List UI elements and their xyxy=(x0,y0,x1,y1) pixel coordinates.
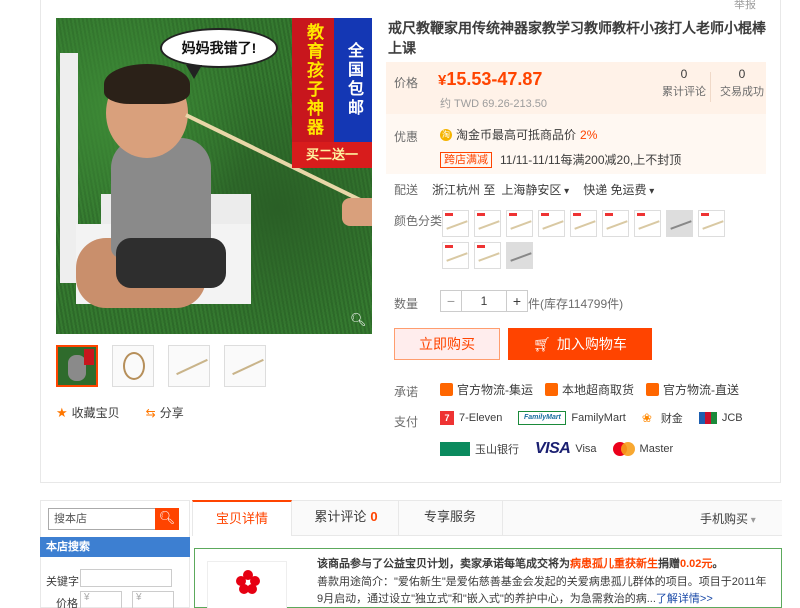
visa-icon: VISA xyxy=(535,440,571,457)
thumbnail-3[interactable] xyxy=(168,345,210,387)
reviews-stat[interactable]: 0 累计评论 xyxy=(662,67,706,99)
jcb-icon xyxy=(698,412,717,424)
tab-reviews[interactable]: 累计评论 0 xyxy=(294,500,398,536)
thumbnail-strip xyxy=(56,345,266,387)
sales-stat: 0 交易成功 xyxy=(720,67,764,98)
charity-more-link[interactable]: 了解详情>> xyxy=(656,593,713,605)
tab-service[interactable]: 专享服务 xyxy=(398,500,502,536)
price-twd: 约 TWD 69.26-213.50 xyxy=(440,98,547,110)
price-min-input[interactable]: ¥ xyxy=(80,591,122,608)
search-icon: 🔍︎ xyxy=(158,510,176,525)
store-pickup-icon xyxy=(545,383,558,396)
yushan-bank-icon xyxy=(440,442,470,456)
color-option[interactable] xyxy=(474,242,501,269)
speech-bubble: 妈妈我错了! xyxy=(160,28,278,68)
charity-description: 善款用途简介："爱佑新生"是爱佑慈善基金会发起的关爱病患孤儿群体的项目。项目于2… xyxy=(317,576,767,605)
quantity-plus-button[interactable]: + xyxy=(506,290,528,312)
store-search-header: 本店搜索 xyxy=(40,537,190,557)
store-search-input[interactable]: 搜本店 xyxy=(48,508,156,530)
promo-banner-blue: 全国包邮 xyxy=(334,18,372,142)
quantity-minus-button[interactable]: − xyxy=(440,290,462,312)
color-option[interactable] xyxy=(442,210,469,237)
promotion-box: 优惠 淘 淘金币最高可抵商品价 2% 跨店满减 11/11-11/11每满200… xyxy=(386,114,766,174)
familymart-icon: FamilyMart xyxy=(518,411,567,425)
color-option[interactable] xyxy=(474,210,501,237)
thumbnail-4[interactable] xyxy=(224,345,266,387)
cross-store-discount-tag[interactable]: 跨店满减 xyxy=(440,151,492,168)
price-box: 价格 ¥15.53-47.87 约 TWD 69.26-213.50 0 累计评… xyxy=(386,62,766,114)
tab-details[interactable]: 宝贝详情 xyxy=(192,500,292,536)
quantity-input[interactable]: 1 xyxy=(462,290,506,312)
color-option[interactable] xyxy=(634,210,661,237)
delivery-row: 配送 浙江杭州 至 上海静安区 快递 免运费 xyxy=(394,181,654,198)
star-icon: ★ xyxy=(56,404,68,420)
color-option[interactable] xyxy=(538,210,565,237)
shipping-method-dropdown[interactable]: 快递 免运费 xyxy=(583,181,654,198)
color-option[interactable] xyxy=(506,210,533,237)
quantity-stepper: − 1 + xyxy=(440,290,528,312)
charity-flower-icon xyxy=(236,570,260,594)
color-option[interactable] xyxy=(442,242,469,269)
charity-logo xyxy=(207,561,287,608)
seven-eleven-icon: 7 xyxy=(440,411,454,425)
color-swatches xyxy=(442,210,742,269)
charity-notice: 该商品参与了公益宝贝计划，卖家承诺每笔成交将为病患孤儿重获新生捐赠0.02元。 … xyxy=(194,548,782,608)
price-max-input[interactable]: ¥ xyxy=(132,591,174,608)
logistics-direct-icon xyxy=(646,383,660,396)
price-value: ¥15.53-47.87 xyxy=(438,69,543,89)
mobile-buy-dropdown[interactable]: 手机购买 xyxy=(700,510,756,527)
color-option[interactable] xyxy=(570,210,597,237)
color-option[interactable] xyxy=(602,210,629,237)
cart-icon: 🛒︎ xyxy=(533,336,551,352)
product-title: 戒尺教鞭家用传统神器家教学习教师教杆小孩打人老师小棍棒上课 xyxy=(388,20,766,56)
coin-icon: 淘 xyxy=(440,128,452,141)
report-link[interactable]: 举报 xyxy=(734,0,756,12)
thumbnail-1[interactable] xyxy=(56,345,98,387)
payment-row-2: 玉山银行 VISA Visa Master xyxy=(440,440,673,458)
add-to-cart-button[interactable]: 🛒︎ 加入购物车 xyxy=(508,328,652,360)
share-button[interactable]: ⇆ 分享 xyxy=(146,404,184,421)
keyword-input[interactable] xyxy=(80,569,172,587)
stock-text: 件(库存114799件) xyxy=(528,297,624,311)
color-option[interactable] xyxy=(506,242,533,269)
zoom-icon[interactable]: 🔍︎ xyxy=(350,312,368,330)
logistics-icon xyxy=(440,383,453,396)
promise-row: 官方物流-集运 本地超商取货 官方物流-直送 xyxy=(440,381,739,398)
charity-headline: 该商品参与了公益宝贝计划，卖家承诺每笔成交将为病患孤儿重获新生捐赠0.02元。 xyxy=(317,558,724,570)
favorite-button[interactable]: ★ 收藏宝贝 xyxy=(56,404,120,421)
mastercard-icon xyxy=(612,442,635,456)
buy-now-button[interactable]: 立即购买 xyxy=(394,328,500,360)
promo-banner-bar: 买二送一 xyxy=(292,142,372,168)
color-option[interactable] xyxy=(666,210,693,237)
promo-banner-red: 教育孩子神器 xyxy=(292,18,334,142)
thumbnail-2[interactable] xyxy=(112,345,154,387)
payment-row-1: 7 7-Eleven FamilyMart FamilyMart ❀ 财金 JCB xyxy=(440,410,743,426)
color-option[interactable] xyxy=(698,210,725,237)
detail-tabbar: 宝贝详情 累计评论 0 专享服务 xyxy=(192,500,782,536)
share-icon: ⇆ xyxy=(145,405,156,420)
destination-dropdown[interactable]: 上海静安区 xyxy=(501,181,569,198)
caifu-icon: ❀ xyxy=(641,411,652,425)
main-product-image[interactable]: 妈妈我错了! 教育孩子神器 全国包邮 买二送一 🔍︎ xyxy=(56,18,372,334)
store-search-button[interactable]: 🔍︎ xyxy=(155,508,179,530)
